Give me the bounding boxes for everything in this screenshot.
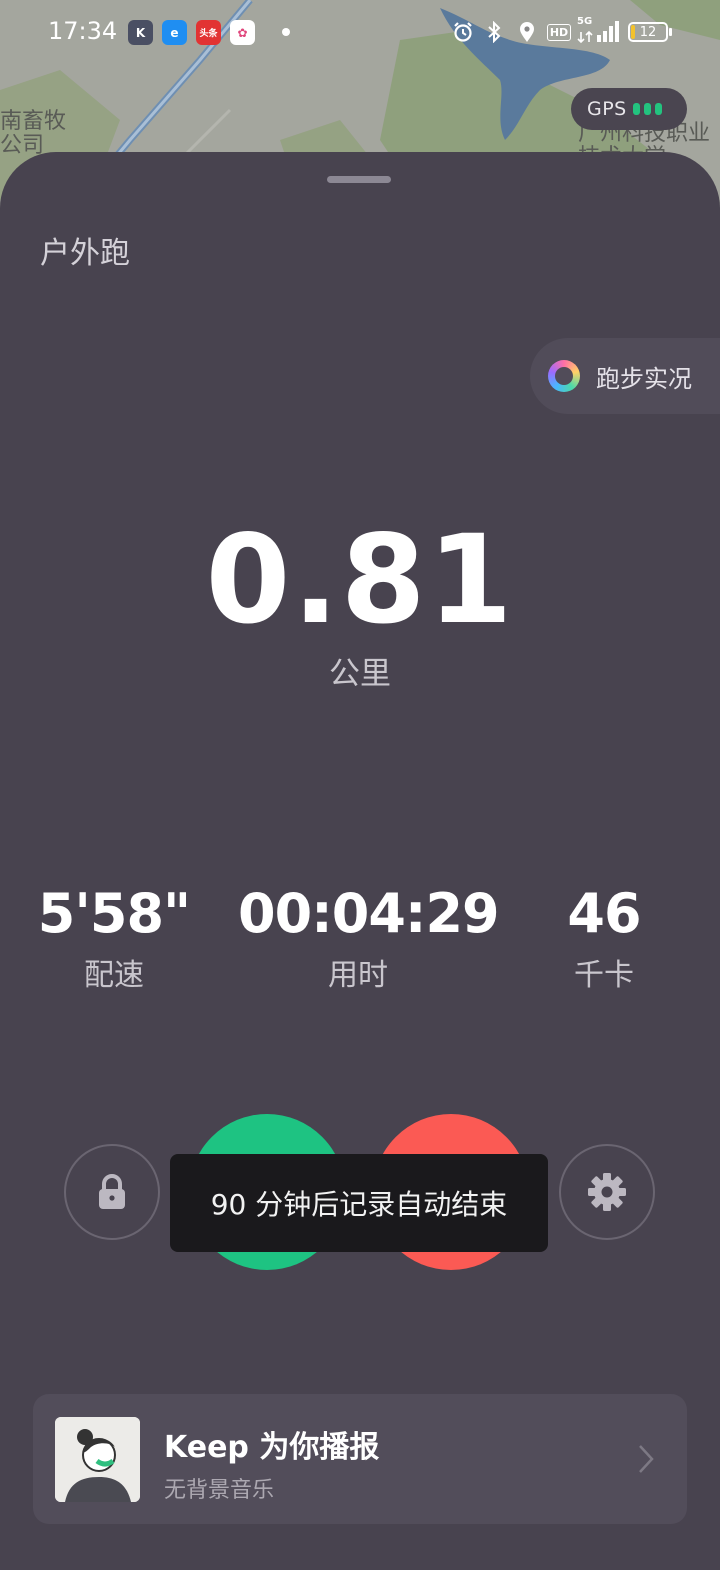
bluetooth-icon	[482, 20, 506, 44]
pace-stat: 5'58" 配速	[0, 882, 234, 994]
keep-app-icon: K	[128, 20, 153, 45]
voice-announcer-card[interactable]: Keep 为你播报 无背景音乐	[33, 1394, 687, 1524]
gps-indicator: GPS	[571, 88, 687, 130]
duration-value: 00:04:29	[238, 882, 500, 945]
calories-stat: 46 千卡	[484, 882, 720, 994]
gps-signal-bar	[643, 103, 651, 115]
duration-label: 用时	[328, 958, 388, 993]
gps-signal-bar	[654, 103, 662, 115]
calories-label: 千卡	[574, 958, 634, 993]
hd-badge: HD	[546, 20, 572, 44]
alarm-icon	[451, 20, 475, 44]
gallery-app-icon: ✿	[230, 20, 255, 45]
workout-panel: 户外跑 跑步实况 0.81 公里 5'58" 配速 00:04:29 用时 46…	[0, 152, 720, 1570]
workout-mode-title: 户外跑	[40, 236, 130, 271]
gps-signal-bars	[632, 103, 662, 115]
toutiao-app-icon: 头条	[196, 20, 221, 45]
status-bar: 17:34 Ke 头条 ✿ HD 5G 12	[0, 0, 720, 64]
drag-handle[interactable]	[327, 176, 391, 183]
more-notifications-dot	[282, 28, 290, 36]
location-icon	[516, 20, 538, 44]
announcer-title: Keep 为你播报	[164, 1430, 380, 1465]
settings-button[interactable]	[559, 1144, 655, 1240]
announcer-avatar	[55, 1417, 140, 1502]
gps-signal-bar	[632, 103, 640, 115]
clock: 17:34	[48, 17, 118, 45]
chevron-right-icon	[639, 1445, 654, 1473]
running-live-label: 跑步实况	[596, 364, 692, 393]
running-live-button[interactable]: 跑步实况	[530, 338, 720, 414]
battery-icon: 12	[628, 22, 668, 42]
lock-icon	[99, 1174, 125, 1209]
signal-icon: 5G	[577, 16, 619, 44]
duration-stat: 00:04:29 用时	[238, 882, 500, 994]
gear-icon	[588, 1173, 626, 1211]
live-ring-icon	[548, 360, 580, 392]
battery-tip	[669, 28, 672, 36]
network-type-label: 5G	[577, 16, 593, 27]
gps-label: GPS	[587, 98, 627, 120]
battery-level: 12	[639, 24, 657, 40]
auto-end-toast: 90 分钟后记录自动结束	[170, 1154, 548, 1252]
distance-value: 0.81	[205, 509, 515, 651]
pace-label: 配速	[84, 958, 144, 993]
lock-button[interactable]	[64, 1144, 160, 1240]
distance-unit: 公里	[329, 656, 391, 692]
pace-value: 5'58"	[37, 882, 191, 945]
announcer-subtitle: 无背景音乐	[164, 1478, 275, 1503]
calories-value: 46	[567, 882, 641, 945]
map-label-west: 南畜牧 公司	[0, 109, 67, 158]
browser-app-icon: e	[162, 20, 187, 45]
